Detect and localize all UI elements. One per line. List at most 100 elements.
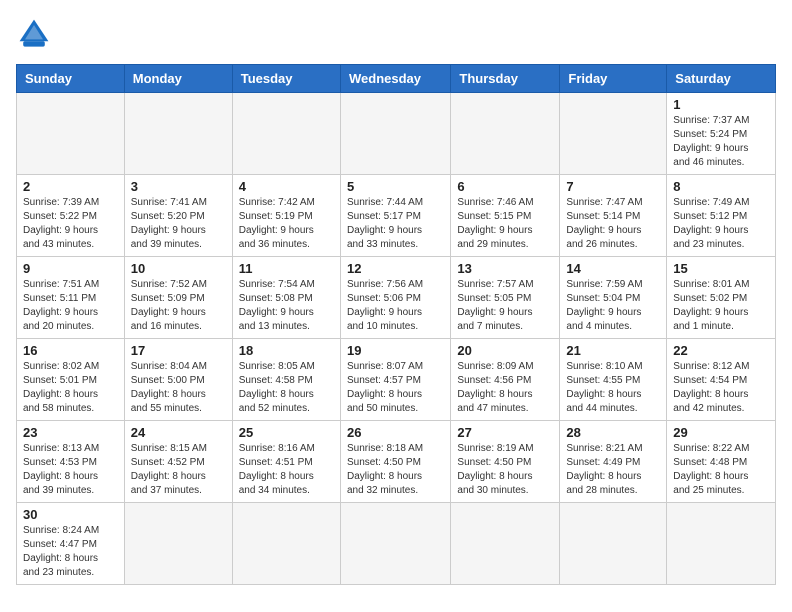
day-cell: 18 Sunrise: 8:05 AM Sunset: 4:58 PM Dayli… — [232, 339, 340, 421]
day-cell: 25Sunrise: 8:16 AM Sunset: 4:51 PM Dayli… — [232, 421, 340, 503]
day-info: Sunrise: 7:47 AM Sunset: 5:14 PM Dayligh… — [566, 196, 660, 252]
day-number: 2 — [23, 179, 118, 194]
day-number: 4 — [239, 179, 334, 194]
col-header-saturday: Saturday — [667, 65, 776, 93]
day-cell — [124, 93, 232, 175]
day-cell: 10Sunrise: 7:52 AM Sunset: 5:09 PM Dayli… — [124, 257, 232, 339]
day-info: Sunrise: 8:15 AM Sunset: 4:52 PM Dayligh… — [131, 442, 226, 498]
day-info: Sunrise: 7:57 AM Sunset: 5:05 PM Dayligh… — [457, 278, 553, 334]
day-cell: 27Sunrise: 8:19 AM Sunset: 4:50 PM Dayli… — [451, 421, 560, 503]
day-number: 21 — [566, 343, 660, 358]
day-info: Sunrise: 8:12 AM Sunset: 4:54 PM Dayligh… — [673, 360, 769, 416]
week-row-2: 2 Sunrise: 7:39 AM Sunset: 5:22 PM Daylig… — [17, 175, 776, 257]
day-number: 22 — [673, 343, 769, 358]
day-number: 20 — [457, 343, 553, 358]
day-cell — [124, 503, 232, 585]
day-info: Sunrise: 8:18 AM Sunset: 4:50 PM Dayligh… — [347, 442, 444, 498]
day-info: Sunrise: 7:39 AM Sunset: 5:22 PM Dayligh… — [23, 196, 118, 252]
col-header-wednesday: Wednesday — [340, 65, 450, 93]
day-info: Sunrise: 7:49 AM Sunset: 5:12 PM Dayligh… — [673, 196, 769, 252]
day-info: Sunrise: 8:13 AM Sunset: 4:53 PM Dayligh… — [23, 442, 118, 498]
day-number: 28 — [566, 425, 660, 440]
day-cell: 13 Sunrise: 7:57 AM Sunset: 5:05 PM Dayli… — [451, 257, 560, 339]
day-cell — [232, 503, 340, 585]
day-info: Sunrise: 7:44 AM Sunset: 5:17 PM Dayligh… — [347, 196, 444, 252]
day-info: Sunrise: 8:24 AM Sunset: 4:47 PM Dayligh… — [23, 524, 118, 580]
day-cell: 24 Sunrise: 8:15 AM Sunset: 4:52 PM Dayli… — [124, 421, 232, 503]
week-row-1: 1 Sunrise: 7:37 AM Sunset: 5:24 PM Daylig… — [17, 93, 776, 175]
day-info: Sunrise: 7:51 AM Sunset: 5:11 PM Dayligh… — [23, 278, 118, 334]
day-cell: 30 Sunrise: 8:24 AM Sunset: 4:47 PM Dayli… — [17, 503, 125, 585]
day-number: 7 — [566, 179, 660, 194]
day-cell: 11 Sunrise: 7:54 AM Sunset: 5:08 PM Dayli… — [232, 257, 340, 339]
day-cell: 17 Sunrise: 8:04 AM Sunset: 5:00 PM Dayli… — [124, 339, 232, 421]
day-info: Sunrise: 7:41 AM Sunset: 5:20 PM Dayligh… — [131, 196, 226, 252]
day-cell — [17, 93, 125, 175]
day-info: Sunrise: 8:21 AM Sunset: 4:49 PM Dayligh… — [566, 442, 660, 498]
day-number: 27 — [457, 425, 553, 440]
day-number: 24 — [131, 425, 226, 440]
day-cell: 8 Sunrise: 7:49 AM Sunset: 5:12 PM Daylig… — [667, 175, 776, 257]
week-row-6: 30 Sunrise: 8:24 AM Sunset: 4:47 PM Dayli… — [17, 503, 776, 585]
col-header-friday: Friday — [560, 65, 667, 93]
day-cell: 12 Sunrise: 7:56 AM Sunset: 5:06 PM Dayli… — [340, 257, 450, 339]
page: SundayMondayTuesdayWednesdayThursdayFrid… — [0, 0, 792, 601]
day-info: Sunrise: 7:59 AM Sunset: 5:04 PM Dayligh… — [566, 278, 660, 334]
day-number: 19 — [347, 343, 444, 358]
day-cell: 26 Sunrise: 8:18 AM Sunset: 4:50 PM Dayli… — [340, 421, 450, 503]
day-cell: 7 Sunrise: 7:47 AM Sunset: 5:14 PM Daylig… — [560, 175, 667, 257]
day-cell: 3 Sunrise: 7:41 AM Sunset: 5:20 PM Daylig… — [124, 175, 232, 257]
day-info: Sunrise: 8:05 AM Sunset: 4:58 PM Dayligh… — [239, 360, 334, 416]
day-number: 17 — [131, 343, 226, 358]
day-cell: 4Sunrise: 7:42 AM Sunset: 5:19 PM Daylig… — [232, 175, 340, 257]
day-number: 30 — [23, 507, 118, 522]
day-cell: 1 Sunrise: 7:37 AM Sunset: 5:24 PM Daylig… — [667, 93, 776, 175]
day-cell — [451, 503, 560, 585]
day-cell: 28 Sunrise: 8:21 AM Sunset: 4:49 PM Dayli… — [560, 421, 667, 503]
day-info: Sunrise: 8:04 AM Sunset: 5:00 PM Dayligh… — [131, 360, 226, 416]
day-number: 26 — [347, 425, 444, 440]
day-cell: 29Sunrise: 8:22 AM Sunset: 4:48 PM Dayli… — [667, 421, 776, 503]
day-cell: 14Sunrise: 7:59 AM Sunset: 5:04 PM Dayli… — [560, 257, 667, 339]
day-number: 15 — [673, 261, 769, 276]
day-cell — [340, 93, 450, 175]
day-number: 6 — [457, 179, 553, 194]
calendar-header-row: SundayMondayTuesdayWednesdayThursdayFrid… — [17, 65, 776, 93]
day-number: 1 — [673, 97, 769, 112]
day-number: 12 — [347, 261, 444, 276]
day-number: 29 — [673, 425, 769, 440]
day-info: Sunrise: 7:37 AM Sunset: 5:24 PM Dayligh… — [673, 114, 769, 170]
day-cell — [451, 93, 560, 175]
day-cell — [340, 503, 450, 585]
day-cell — [232, 93, 340, 175]
day-number: 25 — [239, 425, 334, 440]
day-number: 11 — [239, 261, 334, 276]
day-info: Sunrise: 8:10 AM Sunset: 4:55 PM Dayligh… — [566, 360, 660, 416]
day-number: 18 — [239, 343, 334, 358]
day-cell — [667, 503, 776, 585]
day-info: Sunrise: 7:56 AM Sunset: 5:06 PM Dayligh… — [347, 278, 444, 334]
day-number: 10 — [131, 261, 226, 276]
day-cell: 21 Sunrise: 8:10 AM Sunset: 4:55 PM Dayli… — [560, 339, 667, 421]
day-number: 9 — [23, 261, 118, 276]
day-number: 8 — [673, 179, 769, 194]
day-cell: 23 Sunrise: 8:13 AM Sunset: 4:53 PM Dayli… — [17, 421, 125, 503]
day-number: 13 — [457, 261, 553, 276]
week-row-3: 9 Sunrise: 7:51 AM Sunset: 5:11 PM Daylig… — [17, 257, 776, 339]
header — [16, 16, 776, 52]
col-header-thursday: Thursday — [451, 65, 560, 93]
day-number: 5 — [347, 179, 444, 194]
week-row-4: 16Sunrise: 8:02 AM Sunset: 5:01 PM Dayli… — [17, 339, 776, 421]
col-header-monday: Monday — [124, 65, 232, 93]
day-info: Sunrise: 8:09 AM Sunset: 4:56 PM Dayligh… — [457, 360, 553, 416]
day-cell — [560, 503, 667, 585]
day-number: 23 — [23, 425, 118, 440]
day-number: 16 — [23, 343, 118, 358]
col-header-sunday: Sunday — [17, 65, 125, 93]
day-cell: 16Sunrise: 8:02 AM Sunset: 5:01 PM Dayli… — [17, 339, 125, 421]
day-number: 3 — [131, 179, 226, 194]
logo-icon — [16, 16, 52, 52]
day-cell: 22 Sunrise: 8:12 AM Sunset: 4:54 PM Dayli… — [667, 339, 776, 421]
day-cell: 2 Sunrise: 7:39 AM Sunset: 5:22 PM Daylig… — [17, 175, 125, 257]
day-info: Sunrise: 7:54 AM Sunset: 5:08 PM Dayligh… — [239, 278, 334, 334]
